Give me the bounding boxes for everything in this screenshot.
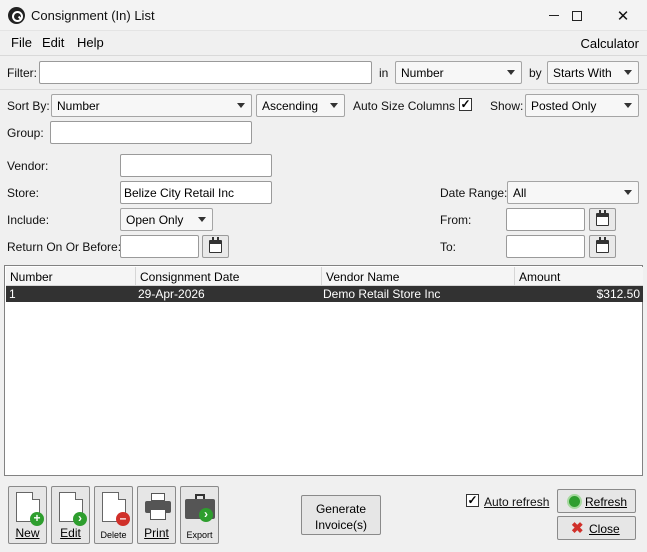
date-range-value: All bbox=[513, 186, 527, 200]
calculator-link[interactable]: Calculator bbox=[580, 36, 639, 51]
menu-divider bbox=[0, 55, 647, 56]
chevron-down-icon bbox=[198, 217, 206, 222]
generate-invoices-button[interactable]: Generate Invoice(s) bbox=[301, 495, 381, 535]
filter-field-select[interactable]: Number bbox=[395, 61, 522, 84]
print-label: Print bbox=[144, 526, 169, 540]
refresh-button[interactable]: Refresh bbox=[557, 489, 636, 513]
date-range-label: Date Range: bbox=[440, 186, 508, 200]
new-label: New bbox=[15, 526, 40, 540]
filter-label: Filter: bbox=[7, 66, 37, 80]
from-label: From: bbox=[440, 213, 472, 227]
column-header-number[interactable]: Number bbox=[6, 267, 136, 286]
new-document-icon: + bbox=[16, 492, 44, 526]
refresh-label: Refresh bbox=[585, 495, 628, 509]
cell-amount: $312.50 bbox=[596, 287, 640, 301]
menu-file[interactable]: File bbox=[11, 35, 32, 50]
maximize-icon bbox=[572, 10, 582, 21]
include-label: Include: bbox=[7, 213, 50, 227]
auto-size-columns-checkbox[interactable]: ✓ bbox=[459, 98, 472, 111]
vendor-label: Vendor: bbox=[7, 159, 49, 173]
grid-header: Number Consignment Date Vendor Name Amou… bbox=[6, 267, 643, 286]
sort-field-select[interactable]: Number bbox=[51, 94, 252, 117]
title-bar: Consignment (In) List ✕ bbox=[0, 0, 647, 31]
close-x-icon: ✖ bbox=[571, 520, 584, 537]
cell-vendor-name: Demo Retail Store Inc bbox=[323, 287, 441, 301]
group-label: Group: bbox=[7, 126, 44, 140]
filter-by-label: by bbox=[529, 66, 542, 80]
table-row[interactable]: 1 29-Apr-2026 Demo Retail Store Inc $312… bbox=[6, 286, 643, 302]
date-range-select[interactable]: All bbox=[507, 181, 639, 204]
to-label: To: bbox=[440, 240, 457, 254]
export-button[interactable]: › Export bbox=[180, 486, 219, 544]
return-on-label: Return On Or Before: bbox=[7, 240, 122, 254]
delete-label: Delete bbox=[100, 530, 127, 540]
auto-refresh-checkbox[interactable]: ✓ bbox=[466, 494, 479, 507]
from-date-input[interactable] bbox=[506, 208, 585, 231]
refresh-icon bbox=[567, 494, 582, 509]
close-button[interactable]: ✖ Close bbox=[557, 516, 636, 540]
close-label: Close bbox=[589, 522, 620, 536]
store-label: Store: bbox=[7, 186, 40, 200]
sort-field-value: Number bbox=[57, 99, 100, 113]
calendar-icon bbox=[596, 210, 609, 226]
group-input[interactable] bbox=[50, 121, 252, 144]
vendor-input[interactable] bbox=[120, 154, 272, 177]
auto-refresh-label: Auto refresh bbox=[484, 495, 550, 509]
filter-field-value: Number bbox=[401, 66, 444, 80]
column-header-consignment-date[interactable]: Consignment Date bbox=[136, 267, 322, 286]
edit-label: Edit bbox=[60, 526, 81, 540]
auto-size-columns-label: Auto Size Columns bbox=[353, 99, 456, 113]
export-briefcase-icon: › bbox=[185, 494, 215, 522]
edit-button[interactable]: › Edit bbox=[51, 486, 90, 544]
to-calendar-button[interactable] bbox=[589, 235, 616, 258]
filter-input[interactable] bbox=[39, 61, 372, 84]
chevron-down-icon bbox=[330, 103, 338, 108]
chevron-down-icon bbox=[237, 103, 245, 108]
export-label: Export bbox=[186, 530, 213, 540]
menu-help[interactable]: Help bbox=[77, 35, 104, 50]
show-select[interactable]: Posted Only bbox=[525, 94, 639, 117]
close-window-button[interactable]: ✕ bbox=[600, 0, 646, 31]
printer-icon bbox=[145, 493, 171, 521]
generate-label-line2: Invoice(s) bbox=[314, 518, 367, 532]
calendar-icon bbox=[596, 237, 609, 253]
sort-direction-value: Ascending bbox=[262, 99, 319, 113]
filter-in-label: in bbox=[379, 66, 389, 80]
include-value: Open Only bbox=[126, 213, 184, 227]
new-button[interactable]: + New bbox=[8, 486, 47, 544]
print-button[interactable]: Print bbox=[137, 486, 176, 544]
filter-mode-value: Starts With bbox=[553, 66, 612, 80]
column-header-amount[interactable]: Amount bbox=[515, 267, 643, 286]
delete-button[interactable]: – Delete bbox=[94, 486, 133, 544]
sort-by-label: Sort By: bbox=[7, 99, 50, 113]
chevron-down-icon bbox=[507, 70, 515, 75]
delete-document-icon: – bbox=[102, 492, 130, 526]
chevron-down-icon bbox=[624, 103, 632, 108]
edit-document-icon: › bbox=[59, 492, 87, 526]
to-date-input[interactable] bbox=[506, 235, 585, 258]
cell-consignment-date: 29-Apr-2026 bbox=[138, 287, 205, 301]
calendar-icon bbox=[209, 237, 222, 253]
sort-direction-select[interactable]: Ascending bbox=[256, 94, 345, 117]
include-select[interactable]: Open Only bbox=[120, 208, 213, 231]
store-input[interactable]: Belize City Retail Inc bbox=[120, 181, 272, 204]
return-on-input[interactable] bbox=[120, 235, 199, 258]
consignment-grid[interactable]: Number Consignment Date Vendor Name Amou… bbox=[4, 265, 643, 476]
return-on-calendar-button[interactable] bbox=[202, 235, 229, 258]
show-label: Show: bbox=[490, 99, 524, 113]
generate-label-line1: Generate bbox=[315, 502, 367, 516]
menu-edit[interactable]: Edit bbox=[42, 35, 64, 50]
filter-divider bbox=[0, 89, 647, 90]
app-logo-icon bbox=[8, 7, 25, 24]
maximize-button[interactable] bbox=[554, 0, 600, 31]
chevron-down-icon bbox=[624, 70, 632, 75]
filter-mode-select[interactable]: Starts With bbox=[547, 61, 639, 84]
cell-number: 1 bbox=[9, 287, 16, 301]
chevron-down-icon bbox=[624, 190, 632, 195]
column-header-vendor-name[interactable]: Vendor Name bbox=[322, 267, 515, 286]
close-icon: ✕ bbox=[616, 7, 630, 25]
from-calendar-button[interactable] bbox=[589, 208, 616, 231]
window-title: Consignment (In) List bbox=[31, 8, 155, 23]
show-value: Posted Only bbox=[531, 99, 597, 113]
